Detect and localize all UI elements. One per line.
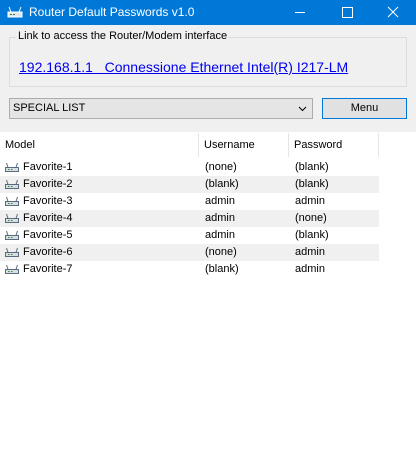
column-header-model[interactable]: Model xyxy=(0,133,199,157)
table-row[interactable]: Favorite-2 (blank) (blank) xyxy=(0,176,379,193)
router-icon xyxy=(5,162,19,173)
menu-button[interactable]: Menu xyxy=(322,98,407,119)
router-link-group: Link to access the Router/Modem interfac… xyxy=(9,30,407,87)
cell-model: Favorite-6 xyxy=(23,246,73,258)
cell-username: admin xyxy=(205,229,235,241)
password-list[interactable]: Model Username Password Favorite-1 (none)… xyxy=(0,133,416,451)
cell-password: (blank) xyxy=(295,178,329,190)
close-button[interactable] xyxy=(370,0,416,25)
cell-password: admin xyxy=(295,246,325,258)
router-interface-link[interactable]: 192.168.1.1 Connessione Ethernet Intel(R… xyxy=(19,59,348,75)
close-icon xyxy=(387,6,399,18)
cell-model: Favorite-2 xyxy=(23,178,73,190)
cell-username: (blank) xyxy=(205,263,239,275)
router-icon xyxy=(5,247,19,258)
table-row[interactable]: Favorite-6 (none) admin xyxy=(0,244,379,261)
list-selector-dropdown[interactable]: SPECIAL LIST xyxy=(9,98,313,119)
router-icon xyxy=(5,230,19,241)
router-icon xyxy=(5,213,19,224)
list-header: Model Username Password xyxy=(0,133,416,157)
table-row[interactable]: Favorite-7 (blank) admin xyxy=(0,261,379,278)
cell-password: (blank) xyxy=(295,229,329,241)
cell-password: (none) xyxy=(295,212,327,224)
router-icon xyxy=(7,5,23,19)
cell-username: (blank) xyxy=(205,178,239,190)
cell-model: Favorite-4 xyxy=(23,212,73,224)
router-icon xyxy=(5,179,19,190)
cell-username: admin xyxy=(205,195,235,207)
minimize-button[interactable] xyxy=(277,0,323,25)
cell-username: (none) xyxy=(205,161,237,173)
maximize-button[interactable] xyxy=(324,0,370,25)
cell-username: (none) xyxy=(205,246,237,258)
title-bar[interactable]: Router Default Passwords v1.0 xyxy=(0,0,416,25)
table-row[interactable]: Favorite-5 admin (blank) xyxy=(0,227,379,244)
cell-model: Favorite-5 xyxy=(23,229,73,241)
column-header-username[interactable]: Username xyxy=(199,133,289,157)
table-row[interactable]: Favorite-4 admin (none) xyxy=(0,210,379,227)
group-legend: Link to access the Router/Modem interfac… xyxy=(16,30,230,42)
cell-password: admin xyxy=(295,195,325,207)
cell-username: admin xyxy=(205,212,235,224)
minimize-icon xyxy=(295,12,305,13)
dropdown-selected-value: SPECIAL LIST xyxy=(13,102,86,114)
router-icon xyxy=(5,264,19,275)
chevron-down-icon xyxy=(298,106,307,112)
top-panel: Link to access the Router/Modem interfac… xyxy=(0,25,416,132)
maximize-icon xyxy=(342,7,353,18)
cell-model: Favorite-7 xyxy=(23,263,73,275)
table-row[interactable]: Favorite-3 admin admin xyxy=(0,193,379,210)
cell-model: Favorite-1 xyxy=(23,161,73,173)
cell-model: Favorite-3 xyxy=(23,195,73,207)
router-icon xyxy=(5,196,19,207)
cell-password: admin xyxy=(295,263,325,275)
table-row[interactable]: Favorite-1 (none) (blank) xyxy=(0,159,379,176)
column-header-password[interactable]: Password xyxy=(289,133,379,157)
window-title: Router Default Passwords v1.0 xyxy=(29,5,195,19)
cell-password: (blank) xyxy=(295,161,329,173)
